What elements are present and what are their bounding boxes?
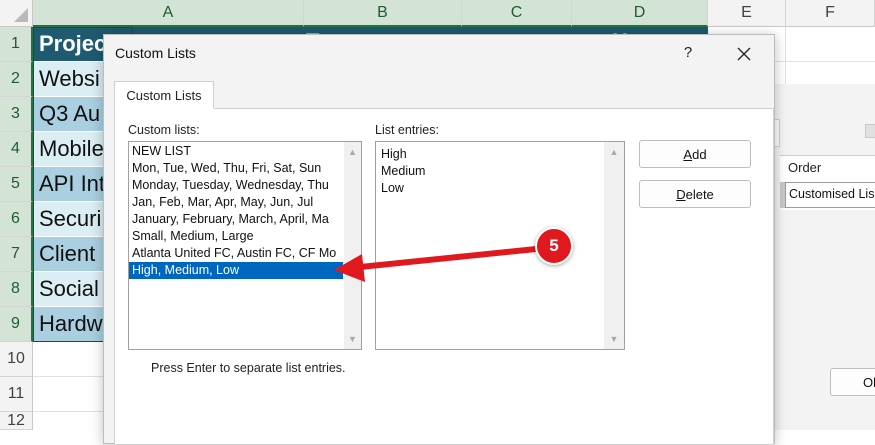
annotation-arrow-icon <box>334 245 549 282</box>
step-number-badge: 5 <box>535 227 573 265</box>
step-number: 5 <box>549 236 559 255</box>
